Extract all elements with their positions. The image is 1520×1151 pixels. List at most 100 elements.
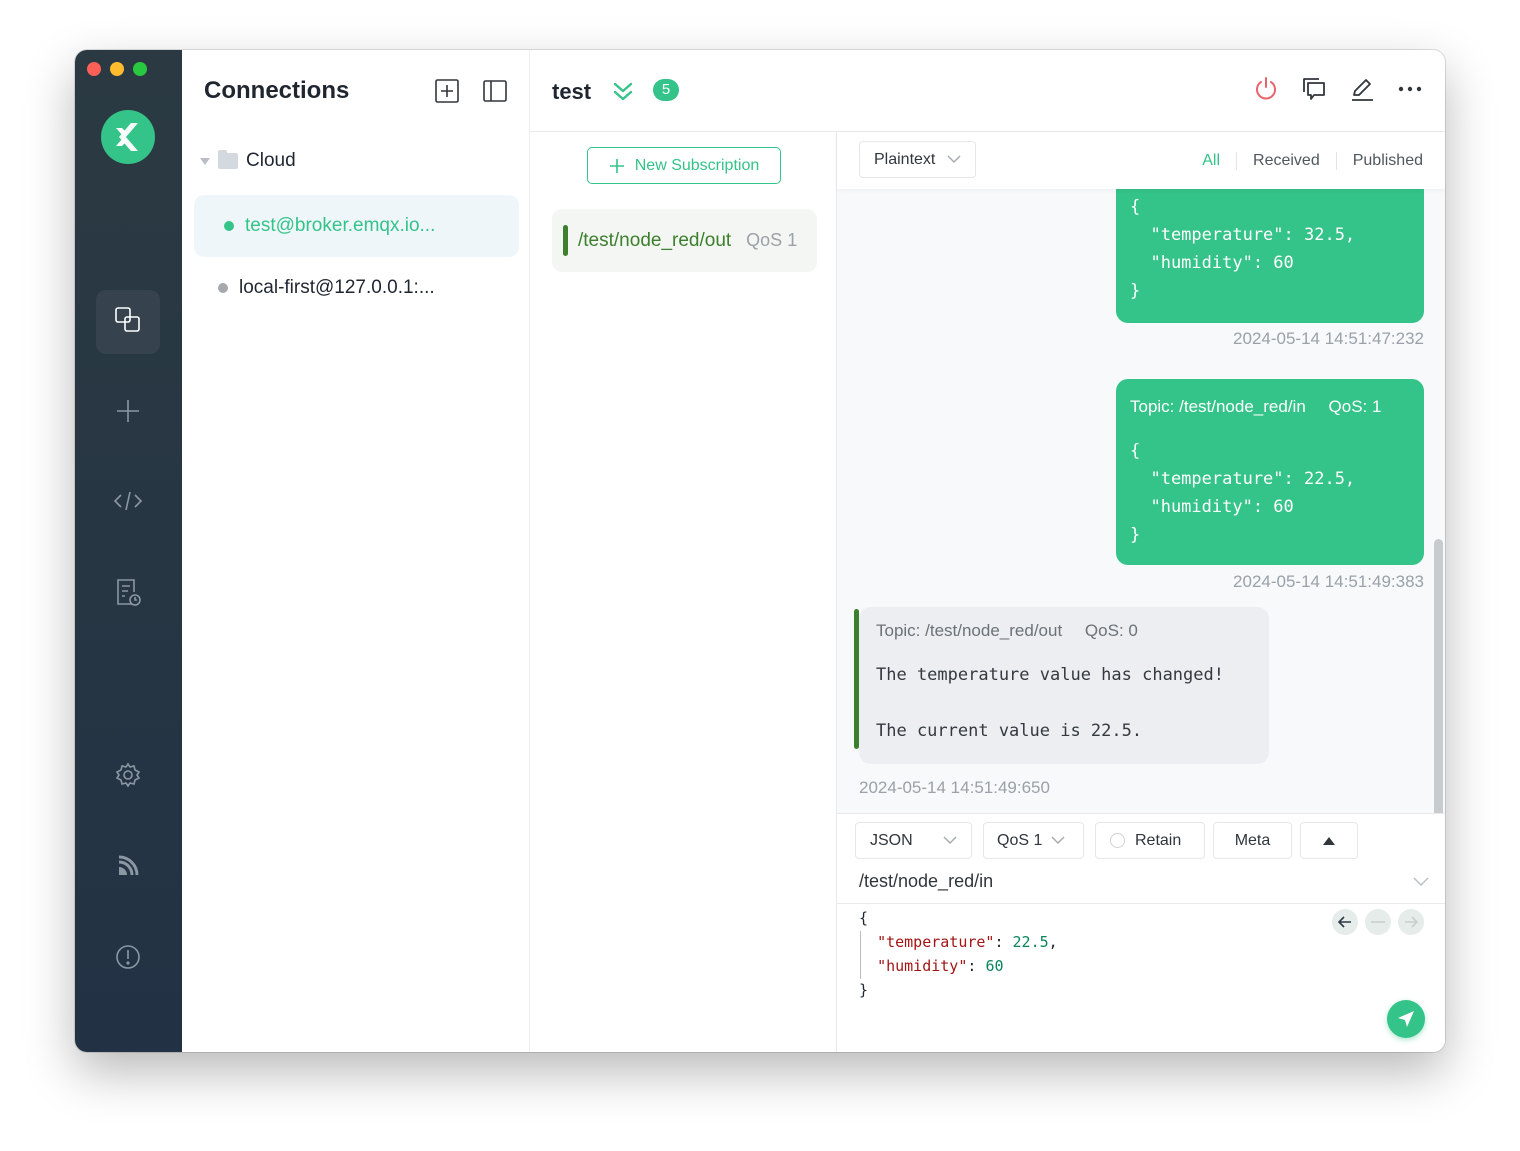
retain-checkbox[interactable]: Retain	[1095, 822, 1205, 859]
history-reset-button[interactable]	[1365, 909, 1391, 935]
plus-icon	[609, 158, 624, 173]
payload-code[interactable]: { "temperature": 22.5, "humidity": 60 }	[859, 906, 1058, 1002]
connections-title: Connections	[204, 77, 350, 104]
message-header: Topic: /test/node_red/out QoS: 0	[876, 617, 1255, 645]
history-forward-button[interactable]	[1398, 909, 1424, 935]
code-key: "temperature"	[877, 933, 995, 951]
message-topic: Topic: /test/node_red/out	[876, 621, 1063, 640]
unread-count-badge: 5	[653, 79, 679, 101]
rail-log-button[interactable]	[96, 563, 160, 627]
disconnect-button[interactable]	[1253, 76, 1279, 102]
connections-icon	[113, 305, 143, 340]
connection-group-cloud[interactable]: Cloud	[200, 150, 296, 172]
publish-panel: JSON QoS 1 Retain Meta /test/node_red/in…	[837, 813, 1445, 1052]
rail-new-connection-button[interactable]	[96, 381, 160, 445]
new-connection-button[interactable]	[434, 78, 460, 104]
subscription-item[interactable]: /test/node_red/out QoS 1	[552, 209, 817, 272]
retain-label: Retain	[1135, 831, 1182, 849]
gear-icon	[114, 761, 142, 794]
minimize-window-button[interactable]	[110, 62, 124, 76]
subscriptions-panel: New Subscription /test/node_red/out QoS …	[530, 132, 837, 1052]
rail-about-button[interactable]	[96, 927, 160, 991]
close-window-button[interactable]	[87, 62, 101, 76]
publish-format-value: JSON	[870, 831, 913, 849]
payload-editor[interactable]: { "temperature": 22.5, "humidity": 60 }	[837, 903, 1445, 1052]
received-message: Topic: /test/node_red/out QoS: 0 The tem…	[859, 607, 1269, 764]
published-message: Topic: /test/node_red/in QoS: 1 { "tempe…	[1116, 379, 1424, 565]
message-payload: { "temperature": 32.5, "humidity": 60 }	[1130, 197, 1356, 301]
collapse-chevrons-button[interactable]	[612, 80, 634, 109]
connection-name: test	[552, 79, 592, 104]
send-icon	[1398, 1011, 1414, 1027]
tab-divider	[1236, 152, 1238, 170]
tab-divider	[1335, 152, 1337, 170]
arrow-left-icon	[1338, 916, 1351, 928]
connection-label: local-first@127.0.0.1:...	[239, 277, 435, 298]
message-payload: The temperature value has changed! The c…	[876, 665, 1224, 741]
rail-script-button[interactable]	[96, 471, 160, 535]
publish-qos-value: QoS 1	[997, 831, 1043, 849]
log-icon	[113, 577, 143, 614]
edit-connection-button[interactable]	[1349, 76, 1375, 102]
message-header: Topic: /test/node_red/in QoS: 1	[1130, 393, 1410, 421]
connection-item[interactable]: local-first@127.0.0.1:...	[194, 257, 519, 319]
expand-publish-button[interactable]	[1300, 822, 1358, 859]
message-tabs: All Received Published	[1202, 152, 1423, 170]
rail-settings-button[interactable]	[96, 745, 160, 809]
code-punct: ,	[1048, 933, 1058, 951]
code-brace-open: {	[859, 909, 869, 927]
message-timestamp: 2024-05-14 14:51:47:232	[1233, 329, 1424, 348]
topic-history-chevron-icon[interactable]	[1413, 874, 1429, 892]
subscription-color-bar	[563, 225, 568, 256]
send-message-button[interactable]	[1387, 1000, 1425, 1038]
new-window-chat-button[interactable]	[1301, 76, 1327, 102]
tab-published[interactable]: Published	[1353, 152, 1423, 170]
caret-up-icon	[1323, 836, 1335, 845]
code-value: 60	[985, 957, 1004, 975]
new-subscription-button[interactable]: New Subscription	[587, 147, 781, 184]
history-back-button[interactable]	[1332, 909, 1358, 935]
publish-qos-select[interactable]: QoS 1	[983, 822, 1084, 859]
feed-icon	[115, 853, 141, 884]
rail-feed-button[interactable]	[96, 836, 160, 900]
message-payload: { "temperature": 22.5, "humidity": 60 }	[1130, 441, 1356, 545]
main-area: test 5 New Subscription /test/node_red/o…	[530, 50, 1445, 1052]
toggle-panel-button[interactable]	[482, 78, 508, 104]
payload-format-select[interactable]: Plaintext	[859, 141, 976, 178]
publish-topic-input[interactable]	[859, 871, 1419, 892]
maximize-window-button[interactable]	[133, 62, 147, 76]
code-key: "humidity"	[877, 957, 968, 975]
chevron-down-icon	[947, 155, 961, 163]
window-controls	[87, 62, 147, 76]
message-topic: Topic: /test/node_red/in	[1130, 397, 1306, 416]
tab-all[interactable]: All	[1202, 152, 1220, 170]
app-window: Connections Cloud test@broker.emqx.io...…	[75, 50, 1445, 1052]
more-options-button[interactable]	[1397, 76, 1423, 102]
folder-icon	[218, 150, 238, 169]
message-timestamp: 2024-05-14 14:51:49:383	[1233, 572, 1424, 591]
publish-format-select[interactable]: JSON	[855, 822, 972, 859]
connection-item[interactable]: test@broker.emqx.io...	[194, 195, 519, 257]
message-qos: QoS: 0	[1084, 621, 1138, 640]
retain-radio-icon	[1110, 833, 1125, 848]
arrow-right-icon	[1405, 916, 1418, 928]
subscription-qos: QoS 1	[746, 230, 798, 250]
messages-panel: Plaintext All Received Published { "temp…	[837, 132, 1445, 1052]
message-qos: QoS: 1	[1328, 397, 1382, 416]
message-list-scrollbar[interactable]	[1434, 539, 1443, 813]
subscription-topic: /test/node_red/out	[578, 229, 732, 251]
tab-received[interactable]: Received	[1253, 152, 1320, 170]
connections-panel: Connections Cloud test@broker.emqx.io...…	[182, 50, 530, 1052]
meta-button[interactable]: Meta	[1213, 822, 1292, 859]
status-connected-dot	[224, 221, 234, 231]
caret-down-icon	[200, 157, 210, 165]
connection-label: test@broker.emqx.io...	[245, 215, 436, 236]
meta-label: Meta	[1234, 831, 1271, 849]
status-disconnected-dot	[218, 283, 228, 293]
rail-connections-button[interactable]	[96, 290, 160, 354]
info-icon	[114, 943, 142, 976]
chevron-down-icon	[1051, 836, 1065, 844]
connection-header: test 5	[530, 50, 1445, 132]
message-timestamp: 2024-05-14 14:51:49:650	[859, 778, 1050, 797]
header-actions	[1253, 76, 1423, 102]
